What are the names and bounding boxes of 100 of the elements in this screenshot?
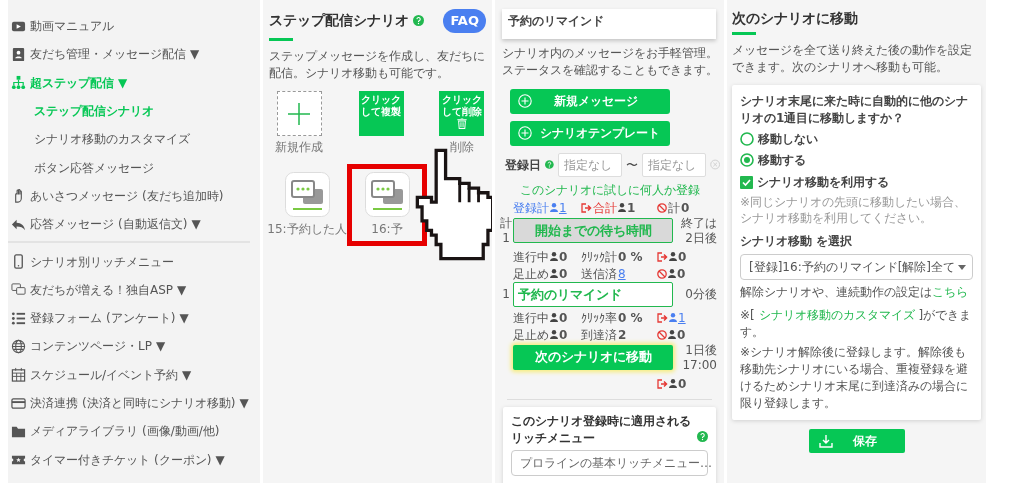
sidebar-item[interactable]: あいさつメッセージ (友だち追加時): [8, 181, 260, 211]
person-icon: [550, 269, 558, 279]
radio-option[interactable]: 移動する: [740, 151, 973, 169]
person-icon: [668, 330, 676, 340]
exit-icon: [657, 378, 668, 389]
hint-text: ※同じシナリオの先頭に移動したい場合、シナリオ移動を利用してください。: [740, 193, 968, 227]
faq-button[interactable]: FAQ: [443, 9, 486, 33]
exit-icon: [657, 312, 668, 323]
description: メッセージを全て送り終えた後の動作を設定できます。次のシナリオへ移動も可能。: [732, 41, 973, 77]
sidebar-item[interactable]: 動画マニュアル: [8, 12, 260, 41]
stat-count: 0: [677, 265, 686, 283]
stat-count: 0 %: [618, 309, 643, 327]
smartphone-icon: [11, 254, 26, 269]
select-label: シナリオ移動 を選択: [740, 233, 854, 251]
prohibited-icon: [657, 268, 667, 279]
sidebar-item[interactable]: 決済連携 (決済と同時にシナリオ移動) ▼: [8, 388, 260, 418]
radio-button[interactable]: [740, 132, 754, 147]
sidebar-item[interactable]: 友だち管理・メッセージ配信 ▼: [8, 40, 260, 69]
stat-link[interactable]: 1: [678, 308, 686, 327]
exit-icon: [657, 251, 668, 262]
panel-title: ステップ配信シナリオ: [269, 12, 409, 30]
sidebar-subitem[interactable]: ボタン応答メッセージ: [8, 153, 260, 182]
stat-count: 0: [559, 265, 568, 283]
stat-link[interactable]: 1: [559, 198, 567, 217]
stat-link[interactable]: 8: [618, 264, 626, 283]
step-timing: 1日後: [684, 342, 717, 358]
customize-text: ※[ シナリオ移動のカスタマイズ ]ができます。: [740, 307, 973, 342]
help-icon: [545, 159, 554, 171]
filter-label: 登録日: [505, 156, 541, 174]
person-icon: [550, 330, 558, 340]
step-timing: 0分後: [684, 286, 717, 302]
sidebar-item[interactable]: コンテンツページ・LP ▼: [8, 332, 260, 361]
credit-card-icon: [11, 395, 26, 411]
date-from-field[interactable]: 指定なし: [557, 152, 622, 177]
checkbox-option[interactable]: シナリオ移動を利用する: [740, 173, 973, 191]
sidebar-item[interactable]: メディアライブラリ (画像/動画/他): [8, 417, 260, 446]
settings-text: 解除シナリオや、連続動作の設定はこちら: [740, 284, 969, 302]
trash-icon: [456, 118, 467, 130]
sidebar-item[interactable]: 友だちが増える！独自ASP ▼: [8, 275, 260, 304]
question-text: シナリオ末尾に来た時に自動的に他のシナリオの1通目に移動しますか？: [740, 92, 969, 127]
stat-count: 0: [677, 326, 686, 344]
description: シナリオ内のメッセージをお手軽管理。ステータスを確認することもできます。: [502, 45, 719, 80]
exit-icon: [581, 202, 592, 213]
stat-label: 計: [668, 199, 680, 217]
rich-menu-title: このシナリオ登録時に適用されるリッチメニュー: [511, 412, 692, 447]
sidebar-item[interactable]: 応答メッセージ (自動返信文) ▼: [8, 210, 260, 239]
tile-label: 新規作成: [275, 139, 323, 157]
sidebar-item[interactable]: タイマー付きチケット (クーポン) ▼: [8, 445, 260, 474]
chat-icon: [11, 282, 26, 298]
step-index: 1: [501, 230, 511, 246]
chat-app-icon: [364, 172, 410, 218]
stat-label: 送信済: [581, 265, 617, 283]
range-separator: 〜: [625, 156, 638, 174]
checkbox[interactable]: [740, 175, 753, 189]
person-icon: [669, 379, 677, 389]
sidebar-item[interactable]: スケジュール/イベント予約 ▼: [8, 360, 260, 389]
sidebar-item[interactable]: 登録フォーム (アンケート) ▼: [8, 303, 260, 333]
help-icon: [697, 431, 708, 443]
stat-count: 0: [559, 326, 568, 344]
stat-label: ｸﾘｯｸ率: [581, 309, 617, 327]
plus-icon: [288, 102, 310, 125]
stat-count: 0: [559, 248, 568, 266]
scenario-card[interactable]: 15:予約した人: [267, 164, 347, 247]
stat-count: 1: [627, 199, 636, 217]
step-timing: 終了は: [680, 215, 717, 231]
step-index: 計: [499, 216, 513, 231]
date-to-field[interactable]: 指定なし: [641, 152, 706, 177]
stat-label: 進行中: [513, 248, 549, 266]
person-icon: [669, 313, 677, 323]
dropdown-caret-icon: [958, 264, 966, 270]
chat-app-icon: [284, 172, 330, 218]
person-icon: [668, 269, 676, 279]
clear-icon: [709, 158, 720, 172]
person-icon: [550, 313, 558, 323]
description: ステップメッセージを作成し、友だちに配信。シナリオ移動も可能です。: [269, 47, 486, 82]
radio-option[interactable]: 移動しない: [740, 130, 973, 148]
scenario-select[interactable]: [登録]16:予約のリマインド[解除]全て: [740, 254, 973, 281]
add-circle-icon: [518, 94, 532, 109]
sidebar-item[interactable]: シナリオ別リッチメニュー: [8, 247, 260, 276]
stat-label: 合計: [593, 199, 617, 217]
sidebar-subitem[interactable]: シナリオ移動のカスタマイズ: [8, 125, 260, 154]
stat-count: 2: [618, 326, 627, 344]
person-icon: [550, 203, 558, 213]
stat-label: 足止め: [513, 265, 549, 283]
sitemap-icon: [11, 75, 26, 91]
help-icon: [413, 15, 424, 27]
list-icon: [11, 310, 26, 326]
stat-label: 足止め: [513, 326, 549, 344]
panel-title: 次のシナリオに移動: [732, 9, 859, 27]
address-book-icon: [11, 46, 26, 62]
step-timing: 2日後: [684, 230, 717, 246]
tile-label: 削除: [449, 139, 474, 157]
radio-button[interactable]: [740, 153, 754, 168]
step-index: 1: [501, 287, 511, 302]
add-circle-icon: [518, 126, 532, 141]
stat-label: 登録計: [513, 199, 549, 217]
prohibited-icon: [657, 329, 667, 340]
new-scenario-button[interactable]: [276, 91, 322, 137]
person-icon: [669, 252, 677, 262]
person-icon: [618, 203, 626, 213]
